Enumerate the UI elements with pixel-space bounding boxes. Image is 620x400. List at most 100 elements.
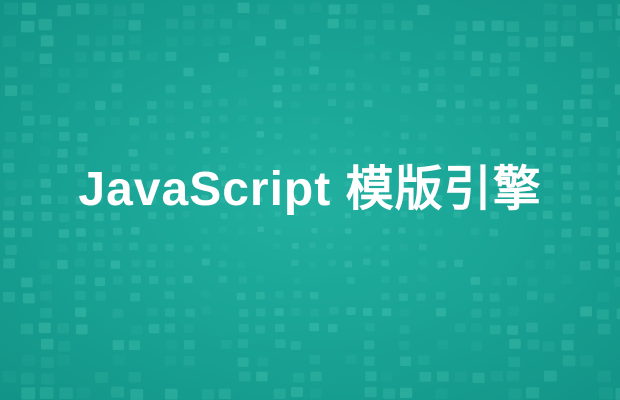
mosaic-tile: [166, 340, 178, 350]
mosaic-tile: [21, 51, 35, 63]
mosaic-tile: [148, 275, 159, 284]
mosaic-tile: [112, 68, 124, 79]
mosaic-tile: [614, 276, 620, 287]
mosaic-tile: [40, 131, 52, 141]
mosaic-tile: [578, 146, 590, 156]
mosaic-tile: [130, 292, 141, 302]
mosaic-tile: [128, 20, 141, 31]
mosaic-tile: [291, 83, 301, 92]
mosaic-tile: [183, 275, 193, 284]
mosaic-tile: [597, 370, 612, 383]
mosaic-tile: [455, 100, 465, 109]
mosaic-tile: [381, 308, 392, 317]
mosaic-tile: [563, 20, 577, 32]
mosaic-tile: [560, 35, 574, 47]
mosaic-tile: [131, 3, 145, 14]
mosaic-tile: [202, 243, 211, 251]
mosaic-tile: [2, 35, 17, 48]
mosaic-tile: [398, 227, 406, 234]
mosaic-tile: [113, 227, 123, 236]
mosaic-tile: [525, 36, 538, 48]
mosaic-tile: [364, 146, 372, 153]
mosaic-tile: [418, 69, 429, 78]
mosaic-tile: [131, 275, 142, 284]
mosaic-tile: [2, 148, 15, 159]
mosaic-tile: [326, 243, 334, 249]
mosaic-tile: [59, 387, 73, 399]
mosaic-tile: [381, 292, 390, 301]
mosaic-tile: [218, 388, 231, 400]
mosaic-tile: [20, 20, 35, 33]
mosaic-tile: [220, 244, 229, 251]
mosaic-tile: [309, 355, 321, 365]
mosaic-tile: [57, 323, 70, 334]
mosaic-tile: [345, 148, 352, 155]
mosaic-tile: [275, 339, 286, 349]
mosaic-tile: [365, 371, 377, 382]
mosaic-tile: [236, 292, 246, 301]
mosaic-tile: [112, 100, 123, 110]
mosaic-tile: [129, 34, 142, 45]
mosaic-tile: [362, 307, 373, 316]
mosaic-tile: [344, 117, 353, 124]
mosaic-tile: [453, 50, 465, 61]
mosaic-tile: [148, 244, 158, 252]
mosaic-tile: [57, 354, 71, 366]
mosaic-tile: [40, 274, 53, 285]
mosaic-tile: [489, 293, 500, 302]
mosaic-tile: [381, 276, 390, 284]
mosaic-tile: [581, 117, 593, 127]
mosaic-tile: [111, 52, 123, 63]
mosaic-tile: [615, 387, 620, 400]
mosaic-tile: [4, 131, 17, 142]
mosaic-tile: [364, 387, 377, 398]
mosaic-tile: [273, 243, 281, 250]
mosaic-tile: [183, 5, 196, 16]
mosaic-tile: [507, 325, 519, 335]
mosaic-tile: [75, 100, 86, 111]
mosaic-tile: [418, 82, 428, 92]
mosaic-tile: [292, 372, 305, 383]
mosaic-tile: [544, 20, 558, 32]
mosaic-tile: [293, 148, 301, 155]
mosaic-tile: [579, 260, 591, 271]
mosaic-tile: [110, 116, 121, 126]
mosaic-tile: [506, 276, 517, 286]
mosaic-tile: [111, 35, 124, 46]
mosaic-tile: [237, 19, 250, 30]
mosaic-tile: [275, 50, 286, 60]
mosaic-tile: [382, 130, 391, 138]
mosaic-tile: [220, 146, 229, 154]
mosaic-tile: [274, 67, 284, 76]
mosaic-tile: [39, 53, 53, 65]
mosaic-tile: [112, 19, 126, 30]
mosaic-tile: [506, 370, 520, 382]
mosaic-tile: [614, 260, 620, 271]
mosaic-tile: [364, 245, 372, 252]
mosaic-tile: [401, 20, 413, 31]
mosaic-tile: [472, 20, 485, 32]
mosaic-tile: [310, 133, 318, 140]
mosaic-tile: [506, 98, 518, 108]
mosaic-tile: [380, 51, 392, 61]
mosaic-tile: [311, 228, 318, 234]
mosaic-tile: [40, 338, 54, 350]
mosaic-tile: [400, 356, 412, 366]
mosaic-tile: [164, 356, 177, 366]
mosaic-tile: [614, 84, 620, 95]
mosaic-tile: [112, 308, 124, 318]
mosaic-tile: [57, 243, 68, 253]
mosaic-tile: [201, 290, 211, 299]
mosaic-tile: [345, 82, 355, 91]
mosaic-tile: [184, 340, 195, 350]
mosaic-tile: [39, 147, 51, 157]
mosaic-tile: [220, 18, 232, 29]
mosaic-tile: [237, 261, 246, 269]
mosaic-tile: [111, 83, 123, 93]
mosaic-tile: [2, 370, 17, 383]
mosaic-tile: [418, 274, 427, 282]
mosaic-tile: [490, 148, 500, 157]
mosaic-tile: [508, 388, 522, 400]
mosaic-tile: [75, 3, 90, 15]
mosaic-tile: [237, 2, 250, 13]
